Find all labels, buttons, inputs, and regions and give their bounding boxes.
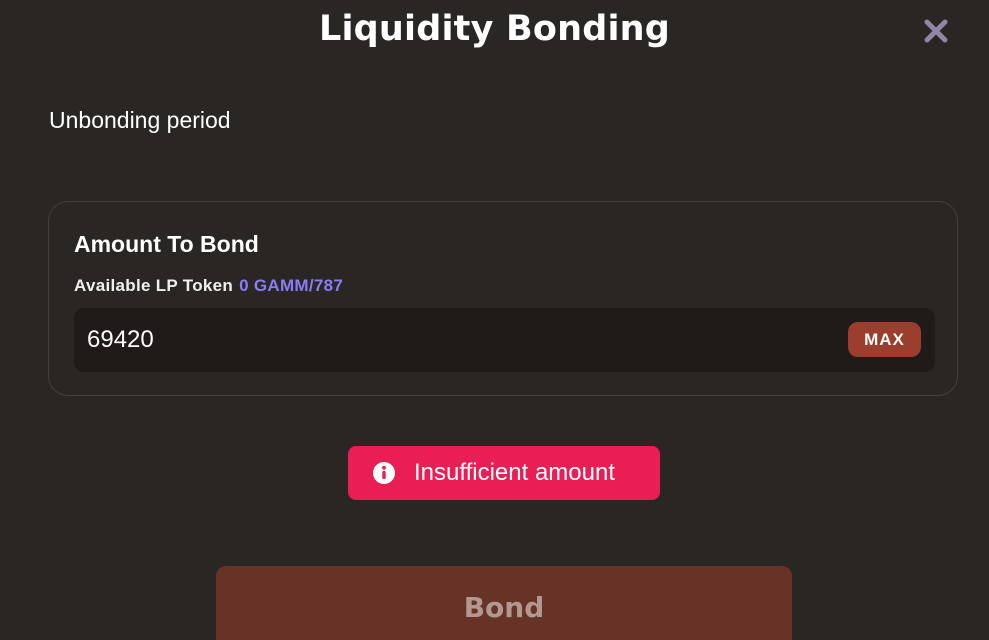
bond-button[interactable]: Bond [216, 566, 792, 640]
liquidity-bonding-modal: Liquidity Bonding Unbonding period Amoun… [0, 0, 989, 640]
amount-to-bond-card: Amount To Bond Available LP Token 0 GAMM/… [48, 201, 958, 396]
close-icon [922, 17, 950, 45]
alert-message: Insufficient amount [414, 459, 616, 486]
close-button[interactable] [922, 17, 950, 45]
available-lp-token-value: 0 GAMM/787 [239, 276, 344, 295]
available-lp-token-label: Available LP Token [74, 276, 234, 295]
insufficient-amount-alert: Insufficient amount [348, 446, 660, 500]
info-icon [372, 461, 396, 485]
amount-input[interactable] [87, 320, 787, 360]
modal-title: Liquidity Bonding [318, 9, 671, 49]
available-lp-token: Available LP Token 0 GAMM/787 [74, 275, 343, 297]
amount-to-bond-title: Amount To Bond [74, 231, 259, 257]
amount-input-container: MAX [74, 308, 935, 372]
max-button[interactable]: MAX [848, 322, 921, 357]
unbonding-period-label: Unbonding period [49, 107, 231, 133]
